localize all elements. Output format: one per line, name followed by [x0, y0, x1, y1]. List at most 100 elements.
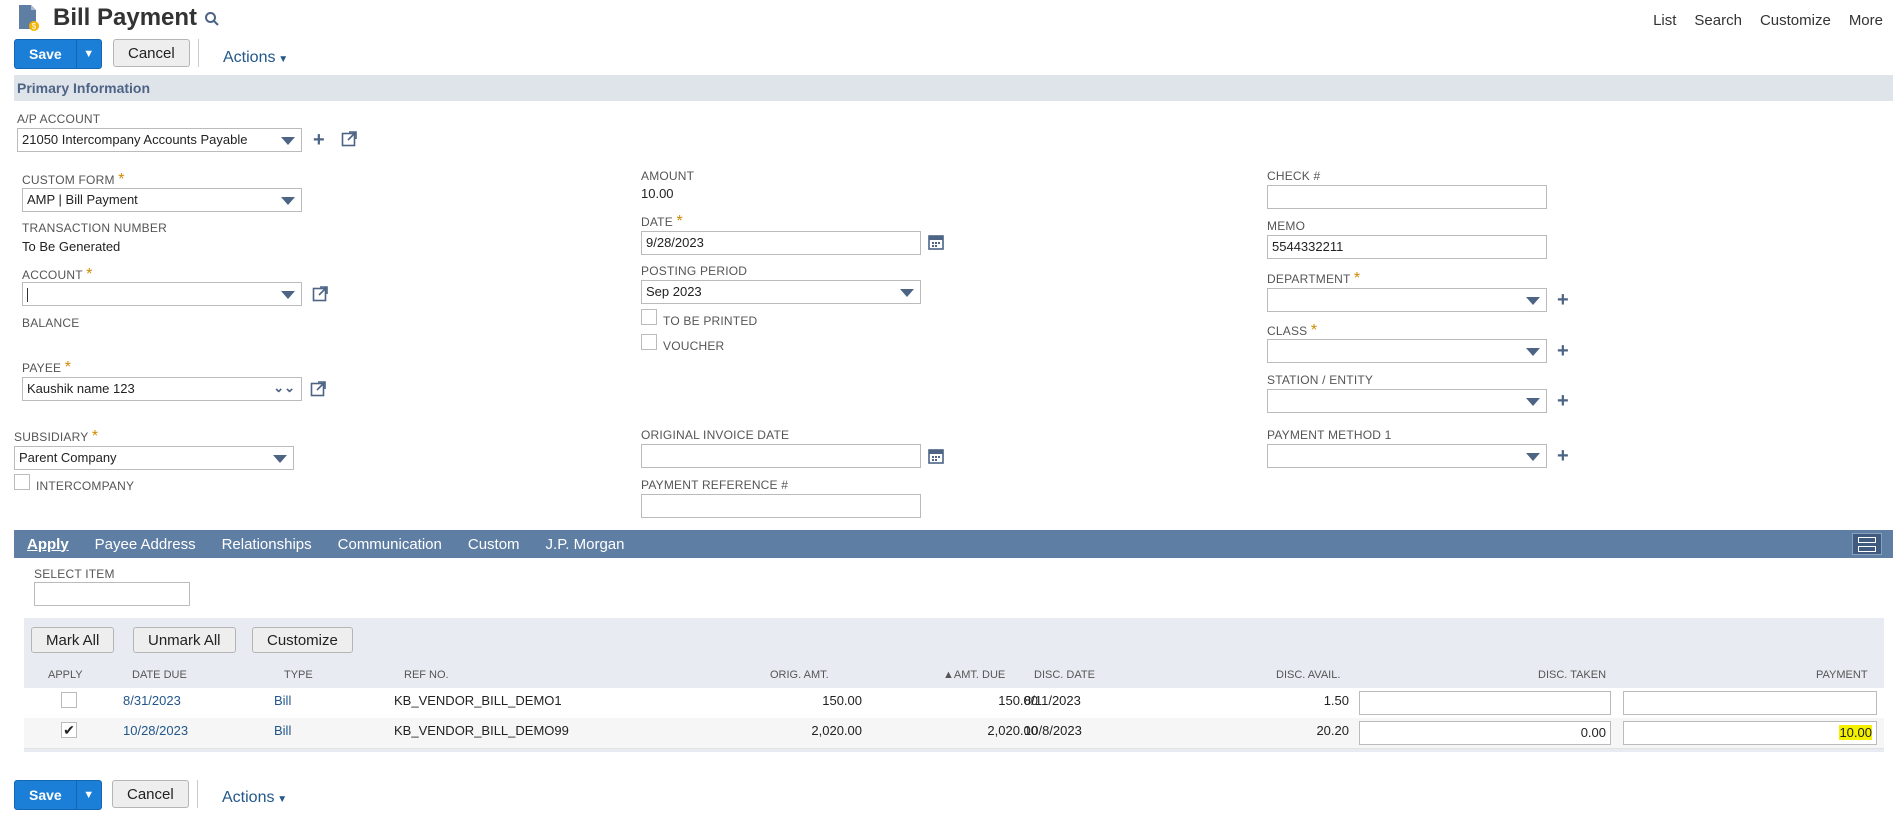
open-link-icon[interactable] [310, 381, 326, 400]
date-value: 9/28/2023 [646, 235, 704, 250]
orig-amt-cell: 2,020.00 [811, 723, 862, 738]
check-number-field[interactable] [1267, 185, 1547, 209]
tab-payee-address[interactable]: Payee Address [95, 536, 196, 553]
calendar-icon[interactable] [928, 234, 944, 253]
payment-value-highlighted: 10.00 [1839, 725, 1872, 740]
apply-checkbox-checked[interactable]: ✔ [61, 722, 77, 738]
open-link-icon[interactable] [312, 286, 328, 305]
tab-communication[interactable]: Communication [338, 536, 442, 553]
search-icon[interactable] [204, 11, 220, 30]
add-class-icon[interactable]: + [1557, 341, 1569, 361]
payment-method-select[interactable] [1267, 444, 1547, 468]
transaction-number-label: TRANSACTION NUMBER [22, 221, 167, 235]
column-header-ref-no: REF NO. [404, 669, 449, 681]
date-field[interactable]: 9/28/2023 [641, 231, 921, 255]
layout-toggle-icon[interactable] [1852, 533, 1882, 555]
to-be-printed-checkbox[interactable] [641, 309, 657, 325]
payee-label-text: PAYEE [22, 361, 62, 375]
disc-taken-input[interactable] [1359, 691, 1611, 715]
save-button[interactable]: Save ▼ [14, 39, 102, 69]
type-link[interactable]: Bill [274, 723, 291, 738]
select-item-field[interactable] [34, 582, 190, 606]
original-invoice-date-field[interactable] [641, 444, 921, 468]
toolbar-divider [197, 780, 198, 808]
disc-taken-input[interactable]: 0.00 [1359, 721, 1611, 745]
select-item-label: SELECT ITEM [34, 567, 115, 581]
tab-custom[interactable]: Custom [468, 536, 520, 553]
ap-account-value: 21050 Intercompany Accounts Payable [22, 132, 248, 147]
custom-form-select[interactable]: AMP | Bill Payment [22, 188, 302, 212]
subsidiary-select[interactable]: Parent Company [14, 446, 294, 470]
intercompany-label: INTERCOMPANY [36, 479, 135, 493]
cancel-button-bottom[interactable]: Cancel [112, 780, 189, 808]
list-link[interactable]: List [1653, 12, 1676, 29]
voucher-label: VOUCHER [663, 339, 725, 353]
save-dropdown-icon[interactable]: ▼ [77, 781, 101, 809]
save-button-label: Save [15, 781, 77, 809]
mark-all-button[interactable]: Mark All [31, 627, 115, 653]
ap-account-select[interactable]: 21050 Intercompany Accounts Payable [17, 128, 302, 152]
add-ap-account-icon[interactable]: + [313, 130, 325, 150]
department-select[interactable] [1267, 288, 1547, 312]
required-icon: * [86, 266, 93, 283]
disc-date-cell: 8/11/2023 [1024, 693, 1081, 708]
voucher-checkbox[interactable] [641, 334, 657, 350]
more-link[interactable]: More [1849, 12, 1883, 29]
open-link-icon[interactable] [341, 131, 357, 150]
search-link[interactable]: Search [1694, 12, 1742, 29]
cancel-button[interactable]: Cancel [113, 39, 190, 67]
actions-menu-bottom[interactable]: Actions ▼ [222, 789, 287, 807]
payment-method-label: PAYMENT METHOD 1 [1267, 428, 1392, 442]
chevron-down-icon [1526, 398, 1540, 406]
apply-checkbox[interactable] [61, 692, 77, 708]
posting-period-select[interactable]: Sep 2023 [641, 280, 921, 304]
customize-link[interactable]: Customize [1760, 12, 1831, 29]
station-entity-select[interactable] [1267, 389, 1547, 413]
class-select[interactable] [1267, 339, 1547, 363]
amount-label: AMOUNT [641, 169, 695, 183]
date-label: DATE * [641, 213, 683, 231]
chevron-down-icon [1526, 297, 1540, 305]
save-dropdown-icon[interactable]: ▼ [77, 40, 101, 68]
payee-label: PAYEE * [22, 359, 71, 377]
department-label-text: DEPARTMENT [1267, 272, 1351, 286]
payment-reference-field[interactable] [641, 494, 921, 518]
tab-jp-morgan[interactable]: J.P. Morgan [546, 536, 625, 553]
calendar-icon[interactable] [928, 448, 944, 467]
column-header-amt-due[interactable]: ▲AMT. DUE [943, 669, 1005, 681]
actions-label: Actions [222, 789, 275, 806]
payment-input[interactable] [1623, 691, 1877, 715]
add-payment-method-icon[interactable]: + [1557, 446, 1569, 466]
balance-label: BALANCE [22, 316, 80, 330]
subsidiary-value: Parent Company [19, 450, 117, 465]
date-due-cell: 8/31/2023 [123, 693, 181, 708]
tab-apply[interactable]: Apply [27, 536, 69, 553]
type-link[interactable]: Bill [274, 693, 291, 708]
payment-input[interactable]: 10.00 [1623, 721, 1877, 745]
account-select[interactable] [22, 282, 302, 306]
disc-date-cell: 10/8/2023 [1024, 723, 1082, 738]
save-button-bottom[interactable]: Save ▼ [14, 780, 102, 810]
customize-button[interactable]: Customize [252, 627, 353, 653]
column-header-disc-date: DISC. DATE [1034, 669, 1095, 681]
add-station-entity-icon[interactable]: + [1557, 391, 1569, 411]
column-header-disc-taken: DISC. TAKEN [1538, 669, 1607, 681]
chevron-down-icon: ▼ [275, 54, 289, 65]
actions-menu[interactable]: Actions ▼ [223, 49, 288, 67]
tab-relationships[interactable]: Relationships [222, 536, 312, 553]
amount-value: 10.00 [641, 186, 674, 201]
disc-avail-cell: 1.50 [1323, 693, 1349, 708]
unmark-all-button[interactable]: Unmark All [133, 627, 236, 653]
custom-form-label-text: CUSTOM FORM [22, 173, 115, 187]
chevron-down-icon [281, 137, 295, 145]
required-icon: * [1310, 322, 1318, 339]
intercompany-checkbox[interactable] [14, 474, 30, 490]
memo-field[interactable]: 5544332211 [1267, 235, 1547, 259]
date-due-cell: 10/28/2023 [123, 723, 189, 738]
apply-grid-header: APPLY DATE DUE TYPE REF NO. ORIG. AMT. ▲… [24, 662, 1884, 688]
double-chevron-down-icon: ⌄⌄ [273, 380, 295, 395]
payee-select[interactable]: Kaushik name 123 ⌄⌄ [22, 377, 302, 401]
required-icon: * [676, 213, 683, 230]
add-department-icon[interactable]: + [1557, 290, 1569, 310]
transaction-number-value: To Be Generated [22, 239, 121, 254]
